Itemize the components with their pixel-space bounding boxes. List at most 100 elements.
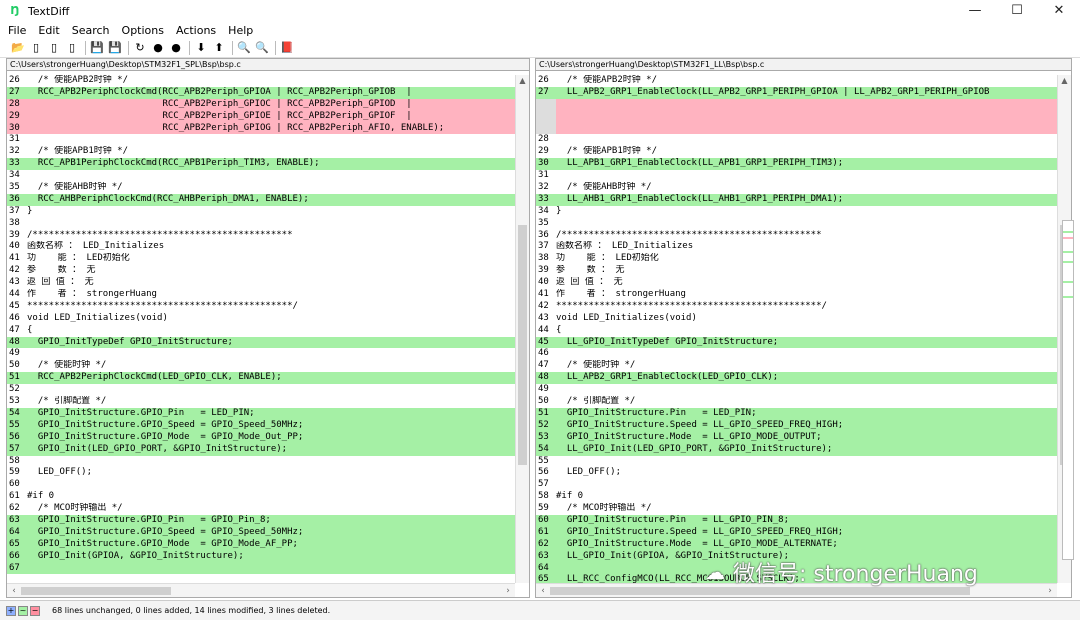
- code-line[interactable]: 60: [7, 479, 515, 492]
- code-line[interactable]: 35: [536, 217, 1057, 230]
- stop-icon[interactable]: ●: [168, 40, 184, 56]
- code-line[interactable]: 47 /* 使能时钟 */: [536, 360, 1057, 373]
- code-line[interactable]: 58 #if 0: [536, 491, 1057, 504]
- menu-edit[interactable]: Edit: [38, 24, 59, 37]
- code-line[interactable]: 64 GPIO_InitStructure.GPIO_Speed = GPIO_…: [7, 526, 515, 539]
- code-line[interactable]: 40 返 回 值 ： 无: [536, 277, 1057, 290]
- forward-icon[interactable]: ●: [150, 40, 166, 56]
- code-line[interactable]: 34: [7, 170, 515, 183]
- code-line[interactable]: 41 作 者 ： strongerHuang: [536, 289, 1057, 301]
- left-vertical-scrollbar[interactable]: ▲: [515, 75, 529, 583]
- code-line[interactable]: 38: [7, 217, 515, 230]
- menu-file[interactable]: File: [8, 24, 26, 37]
- code-line[interactable]: 67: [7, 562, 515, 575]
- code-line[interactable]: 62 GPIO_InitStructure.Mode = LL_GPIO_MOD…: [536, 538, 1057, 551]
- menu-help[interactable]: Help: [228, 24, 253, 37]
- code-line[interactable]: 45 LL_GPIO_InitTypeDef GPIO_InitStructur…: [536, 336, 1057, 349]
- code-line[interactable]: 27 RCC_APB2PeriphClockCmd(RCC_APB2Periph…: [7, 86, 515, 99]
- code-line[interactable]: 39/*************************************…: [7, 229, 515, 242]
- code-line[interactable]: [536, 122, 1057, 135]
- code-line[interactable]: 36 RCC_AHBPeriphClockCmd(RCC_AHBPeriph_D…: [7, 193, 515, 206]
- left-code-view[interactable]: 26 /* 使能APB2时钟 */27 RCC_APB2PeriphClockC…: [7, 75, 515, 583]
- open-right-icon[interactable]: ▯: [46, 40, 62, 56]
- code-line[interactable]: 53 /* 引脚配置 */: [7, 396, 515, 408]
- code-line[interactable]: 41 功 能 ： LED初始化: [7, 253, 515, 266]
- menu-actions[interactable]: Actions: [176, 24, 216, 37]
- code-line[interactable]: 54 LL_GPIO_Init(LED_GPIO_PORT, &GPIO_Ini…: [536, 443, 1057, 456]
- code-line[interactable]: 32 /* 使能APB1时钟 */: [7, 146, 515, 159]
- code-line[interactable]: 42 参 数 ： 无: [7, 265, 515, 278]
- code-line[interactable]: 51 RCC_APB2PeriphClockCmd(LED_GPIO_CLK, …: [7, 372, 515, 385]
- code-line[interactable]: 45 **************************************…: [7, 300, 515, 313]
- code-line[interactable]: 51 GPIO_InitStructure.Pin = LED_PIN;: [536, 407, 1057, 420]
- code-line[interactable]: 46: [536, 348, 1057, 361]
- right-code-view[interactable]: 26 /* 使能APB2时钟 */27 LL_APB2_GRP1_EnableC…: [536, 75, 1057, 583]
- code-line[interactable]: 52: [7, 384, 515, 397]
- code-line[interactable]: 46 void LED_Initializes(void): [7, 312, 515, 325]
- code-line[interactable]: [536, 110, 1057, 123]
- code-line[interactable]: 44{: [536, 324, 1057, 337]
- code-line[interactable]: 31: [7, 134, 515, 147]
- code-line[interactable]: 57: [536, 479, 1057, 492]
- code-line[interactable]: 48 LL_APB2_GRP1_EnableClock(LED_GPIO_CLK…: [536, 372, 1057, 385]
- code-line[interactable]: 50 /* 使能时钟 */: [7, 360, 515, 373]
- code-line[interactable]: 32 /* 使能AHB时钟 */: [536, 182, 1057, 194]
- code-line[interactable]: 48 GPIO_InitTypeDef GPIO_InitStructure;: [7, 336, 515, 349]
- open-folder-icon[interactable]: 📂: [10, 40, 26, 56]
- minimize-button[interactable]: —: [954, 0, 996, 22]
- menu-options[interactable]: Options: [122, 24, 164, 37]
- code-line[interactable]: 49: [7, 348, 515, 361]
- code-line[interactable]: 65 GPIO_InitStructure.GPIO_Mode = GPIO_M…: [7, 538, 515, 551]
- code-line[interactable]: 52 GPIO_InitStructure.Speed = LL_GPIO_SP…: [536, 419, 1057, 432]
- code-line[interactable]: 56 GPIO_InitStructure.GPIO_Mode = GPIO_M…: [7, 431, 515, 444]
- prev-diff-icon[interactable]: ⬆: [211, 40, 227, 56]
- code-line[interactable]: 39 参 数 ： 无: [536, 265, 1057, 278]
- save-as-icon[interactable]: 💾: [107, 40, 123, 56]
- save-icon[interactable]: 💾: [89, 40, 105, 56]
- menu-search[interactable]: Search: [72, 24, 110, 37]
- code-line[interactable]: 28 RCC_APB2Periph_GPIOC | RCC_APB2Periph…: [7, 98, 515, 111]
- code-line[interactable]: 53 GPIO_InitStructure.Mode = LL_GPIO_MOD…: [536, 431, 1057, 444]
- scroll-up-arrow-icon[interactable]: ▲: [516, 75, 529, 87]
- scroll-thumb[interactable]: [518, 225, 527, 465]
- scroll-right-arrow-icon[interactable]: ›: [1043, 584, 1057, 598]
- code-line[interactable]: 37 函数名称 ： LED_Initializes: [536, 241, 1057, 254]
- diff-overview-bar[interactable]: [1062, 220, 1074, 560]
- code-line[interactable]: 44 作 者 ： strongerHuang: [7, 289, 515, 301]
- code-line[interactable]: 26 /* 使能APB2时钟 */: [7, 75, 515, 87]
- code-line[interactable]: 63 GPIO_InitStructure.GPIO_Pin = GPIO_Pi…: [7, 514, 515, 527]
- code-line[interactable]: 55: [536, 455, 1057, 468]
- scroll-left-arrow-icon[interactable]: ‹: [536, 584, 550, 598]
- code-line[interactable]: 49: [536, 384, 1057, 397]
- scroll-thumb[interactable]: [21, 587, 171, 595]
- code-line[interactable]: 59 LED_OFF();: [7, 467, 515, 480]
- code-line[interactable]: 58: [7, 455, 515, 468]
- code-line[interactable]: 28: [536, 134, 1057, 147]
- open-left-icon[interactable]: ▯: [28, 40, 44, 56]
- book-icon[interactable]: 📕: [279, 40, 295, 56]
- left-horizontal-scrollbar[interactable]: ‹ ›: [7, 583, 515, 597]
- scroll-thumb[interactable]: [550, 587, 970, 595]
- code-line[interactable]: 66 GPIO_Init(GPIOA, &GPIO_InitStructure)…: [7, 550, 515, 563]
- code-line[interactable]: 34}: [536, 205, 1057, 218]
- code-line[interactable]: 56 LED_OFF();: [536, 467, 1057, 480]
- code-line[interactable]: 54 GPIO_InitStructure.GPIO_Pin = LED_PIN…: [7, 407, 515, 420]
- code-line[interactable]: 30 RCC_APB2Periph_GPIOG | RCC_APB2Periph…: [7, 122, 515, 135]
- code-line[interactable]: 29 /* 使能APB1时钟 */: [536, 146, 1057, 159]
- code-line[interactable]: 37}: [7, 205, 515, 218]
- scroll-up-arrow-icon[interactable]: ▲: [1058, 75, 1071, 87]
- code-line[interactable]: 43 void LED_Initializes(void): [536, 312, 1057, 325]
- scroll-right-arrow-icon[interactable]: ›: [501, 584, 515, 598]
- code-line[interactable]: 61 #if 0: [7, 491, 515, 504]
- code-line[interactable]: 36/*************************************…: [536, 229, 1057, 242]
- code-line[interactable]: 59 /* MCO时钟输出 */: [536, 503, 1057, 515]
- maximize-button[interactable]: ☐: [996, 0, 1038, 22]
- code-line[interactable]: 26 /* 使能APB2时钟 */: [536, 75, 1057, 87]
- scroll-left-arrow-icon[interactable]: ‹: [7, 584, 21, 598]
- code-line[interactable]: 43 返 回 值 ： 无: [7, 277, 515, 290]
- code-line[interactable]: 50 /* 引脚配置 */: [536, 396, 1057, 408]
- code-line[interactable]: 30 LL_APB1_GRP1_EnableClock(LL_APB1_GRP1…: [536, 158, 1057, 171]
- binoculars-icon[interactable]: 🔍: [236, 40, 252, 56]
- code-line[interactable]: 38 功 能 ： LED初始化: [536, 253, 1057, 266]
- code-line[interactable]: 61 GPIO_InitStructure.Speed = LL_GPIO_SP…: [536, 526, 1057, 539]
